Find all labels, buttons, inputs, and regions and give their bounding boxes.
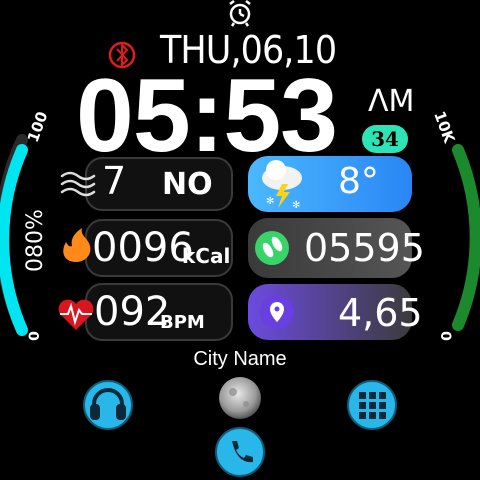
heart-rate-value: 092 (94, 289, 171, 335)
wind-speed-value: 7 (102, 159, 127, 203)
city-name: City Name (193, 348, 287, 370)
alarm-clock-icon (229, 0, 251, 27)
heart-rate-unit: BPM (160, 312, 205, 333)
right-gauge-fill (452, 144, 480, 331)
footprint-icon-bg (255, 231, 289, 265)
left-gauge-fill (0, 144, 28, 336)
left-gauge-bottom-label: 0 (26, 331, 43, 341)
steps-value: 05595 (304, 226, 425, 270)
app-grid-icon (359, 392, 386, 419)
phone-button[interactable] (215, 427, 265, 477)
right-gauge-bottom-label: 0 (436, 331, 453, 341)
ampm-text: ΛM (368, 84, 415, 119)
moon-phase-icon (219, 377, 261, 419)
distance-value: 4,65 (338, 291, 423, 335)
svg-text:✻: ✻ (266, 196, 274, 207)
time-text: 05:53 (76, 58, 338, 174)
calories-value: 0096 (92, 225, 194, 271)
svg-text:✻: ✻ (292, 200, 300, 211)
temperature-value: 8° (338, 161, 379, 202)
wind-direction-value: NO (162, 167, 213, 202)
left-gauge-percent-label: 080% (22, 209, 48, 272)
day-of-year-badge: 34 (362, 125, 408, 153)
calories-unit: kCal (182, 244, 231, 268)
